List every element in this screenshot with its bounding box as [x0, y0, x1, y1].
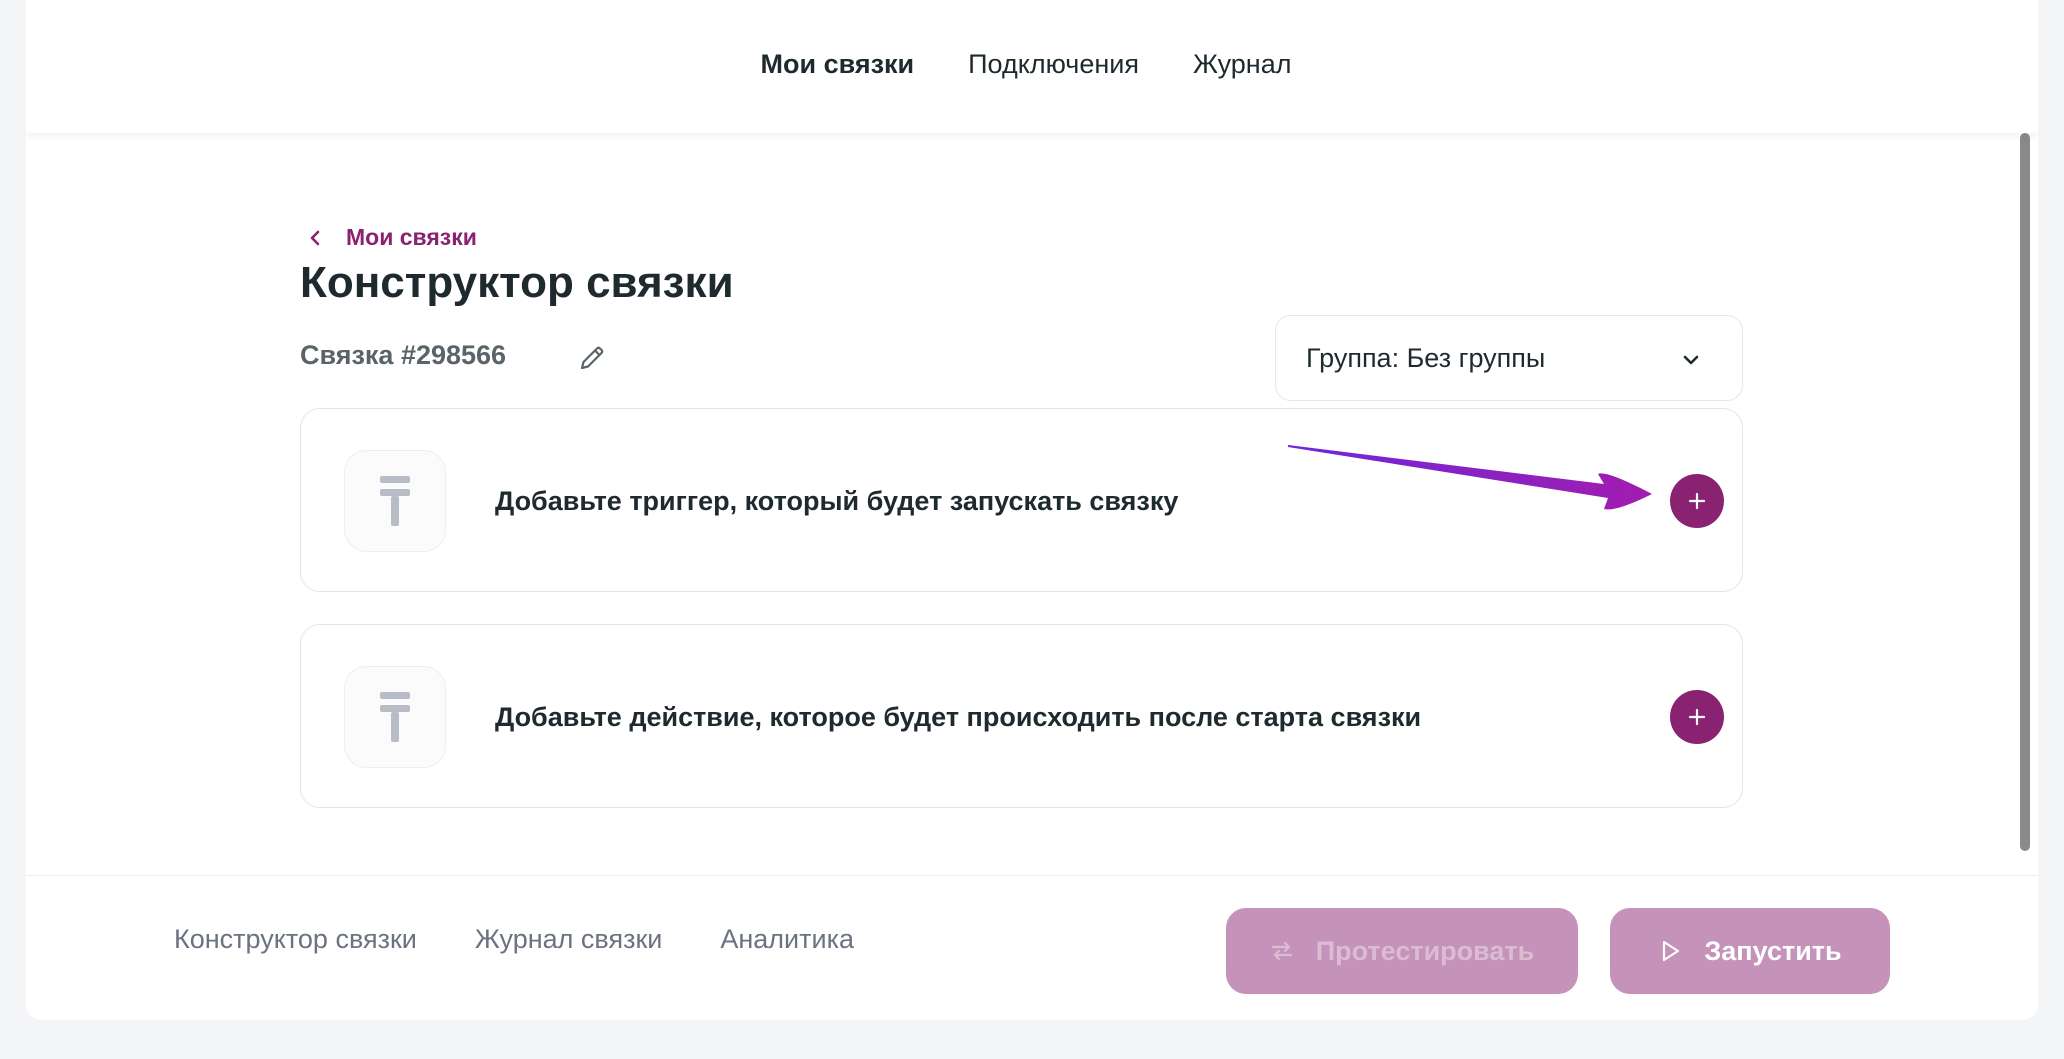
chevron-down-icon: [1683, 355, 1699, 365]
action-step-text: Добавьте действие, которое будет происхо…: [495, 701, 1422, 732]
nav-connections[interactable]: Подключения: [968, 44, 1139, 84]
chevron-left-icon: [310, 230, 320, 245]
t-logo-icon: [380, 692, 410, 742]
bundle-name: Связка #298566: [300, 340, 507, 370]
trigger-step-text: Добавьте триггер, который будет запускат…: [495, 485, 1179, 516]
group-select[interactable]: Группа: Без группы: [1275, 315, 1743, 401]
action-step-card: Добавьте действие, которое будет происхо…: [300, 624, 1743, 808]
t-logo-icon: [380, 476, 410, 526]
swap-arrows-icon: [1271, 941, 1292, 961]
run-button-label: Запустить: [1704, 935, 1842, 966]
placeholder-app-icon: [344, 666, 446, 768]
play-icon: [1663, 940, 1680, 962]
page-title: Конструктор связки: [300, 258, 734, 307]
tab-analytics[interactable]: Аналитика: [720, 924, 854, 955]
test-button-label: Протестировать: [1315, 935, 1535, 966]
add-action-button[interactable]: [1670, 690, 1724, 744]
nav-journal[interactable]: Журнал: [1193, 44, 1292, 84]
nav-my-bundles[interactable]: Мои связки: [761, 44, 915, 84]
app-window: Мои связки Подключения Журнал Мои связки…: [26, 0, 2038, 1020]
scrollbar-thumb[interactable]: [2020, 133, 2030, 851]
test-button[interactable]: Протестировать: [1226, 908, 1578, 994]
tab-bundle-journal[interactable]: Журнал связки: [475, 924, 662, 955]
bottom-toolbar: Конструктор связки Журнал связки Аналити…: [26, 875, 2038, 1020]
top-nav: Мои связки Подключения Журнал: [26, 44, 2038, 84]
add-trigger-button[interactable]: [1670, 474, 1724, 528]
bundle-tabs: Конструктор связки Журнал связки Аналити…: [174, 924, 854, 955]
placeholder-app-icon: [344, 450, 446, 552]
back-link[interactable]: Мои связки: [304, 224, 477, 251]
plus-icon: [1688, 492, 1706, 510]
trigger-step-card: Добавьте триггер, который будет запускат…: [300, 408, 1743, 592]
plus-icon: [1688, 708, 1706, 726]
run-button[interactable]: Запустить: [1610, 908, 1890, 994]
group-select-value: Группа: Без группы: [1306, 342, 1546, 373]
tab-builder[interactable]: Конструктор связки: [174, 924, 417, 955]
top-navigation-bar: Мои связки Подключения Журнал: [26, 0, 2038, 133]
back-link-label: Мои связки: [346, 224, 477, 250]
pencil-icon[interactable]: [576, 342, 608, 374]
